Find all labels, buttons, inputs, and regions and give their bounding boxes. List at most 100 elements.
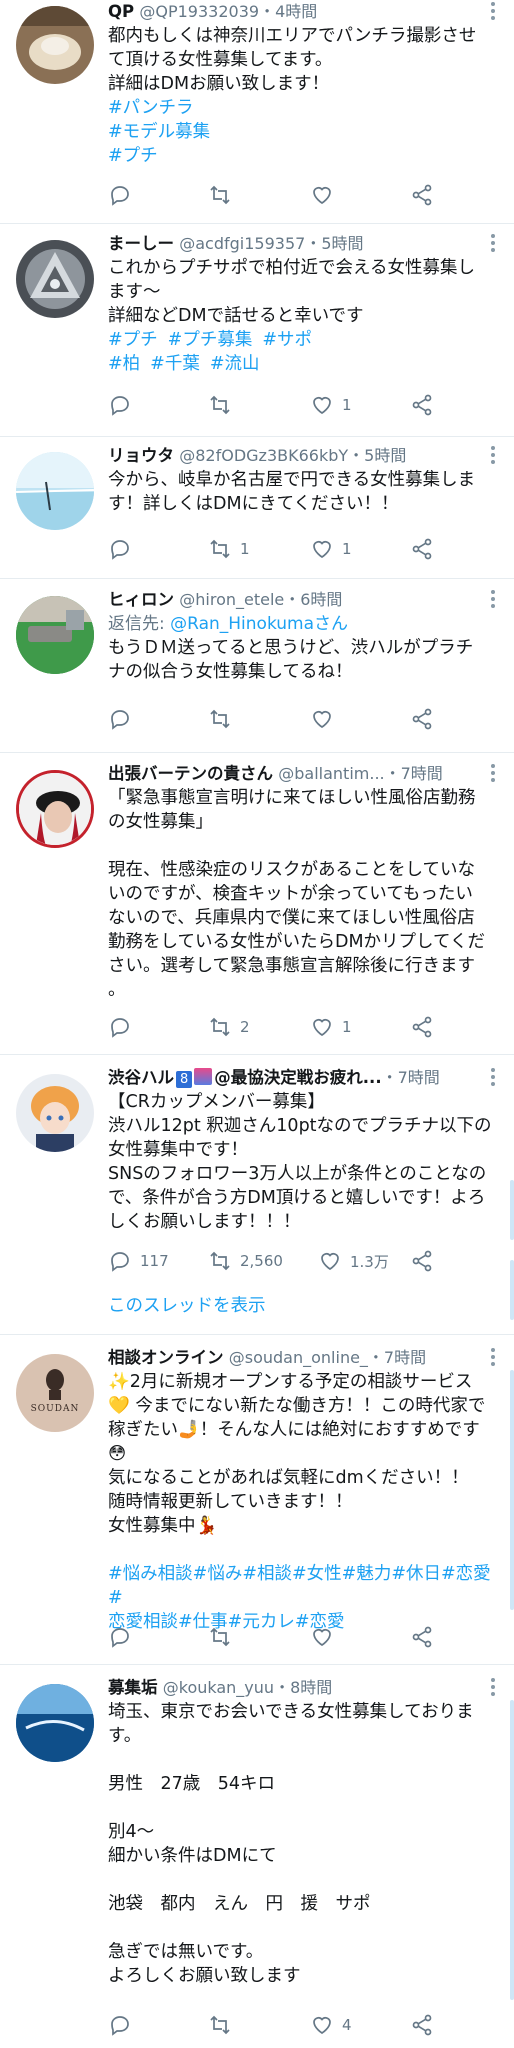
share-button[interactable] bbox=[410, 706, 434, 732]
display-name[interactable]: 募集垢 bbox=[108, 1678, 158, 1697]
like-button[interactable] bbox=[310, 182, 342, 208]
retweet-button[interactable] bbox=[208, 2012, 240, 2038]
hashtag-link[interactable]: #モデル募集 bbox=[108, 120, 496, 144]
display-name[interactable]: まーしー bbox=[108, 234, 174, 253]
tweet[interactable]: QP @QP19332039・4時間 都内もしくは神奈川エリアでパンチラ撮影させ… bbox=[0, 0, 514, 218]
hashtag-link[interactable]: #プチ募集 bbox=[168, 330, 253, 350]
reply-button[interactable] bbox=[108, 706, 140, 732]
like-button[interactable]: 1 bbox=[310, 1014, 352, 1040]
timestamp[interactable]: ・5時間 bbox=[305, 234, 363, 253]
avatar[interactable] bbox=[16, 1074, 94, 1152]
timestamp[interactable]: ・7時間 bbox=[368, 1348, 426, 1367]
reply-target-link[interactable]: @Ran_Hinokumaさん bbox=[170, 614, 348, 634]
like-button[interactable] bbox=[310, 706, 342, 732]
tweet-actions bbox=[108, 182, 448, 208]
reply-button[interactable] bbox=[108, 1014, 140, 1040]
reply-button[interactable]: 117 bbox=[108, 1248, 169, 1274]
timestamp[interactable]: ・6時間 bbox=[284, 590, 342, 609]
user-handle[interactable]: @soudan_online_ bbox=[229, 1348, 368, 1367]
avatar[interactable]: SOUDAN bbox=[16, 1354, 94, 1432]
like-button[interactable]: 4 bbox=[310, 2012, 352, 2038]
user-handle[interactable]: @QP19332039 bbox=[139, 2, 259, 21]
retweet-button[interactable]: 2 bbox=[208, 1014, 250, 1040]
retweet-button[interactable]: 2,560 bbox=[208, 1248, 283, 1274]
share-button[interactable] bbox=[410, 1624, 434, 1650]
timestamp[interactable]: ・7時間 bbox=[385, 764, 443, 783]
avatar[interactable] bbox=[16, 596, 94, 674]
share-button[interactable] bbox=[410, 1014, 434, 1040]
tweet[interactable]: 募集垢 @koukan_yuu・8時間 埼玉、東京でお会いできる女性募集しており… bbox=[0, 1676, 514, 2048]
tweet[interactable]: SOUDAN 相談オンライン @soudan_online_・7時間 ✨2月に新… bbox=[0, 1346, 514, 1660]
hashtag-link[interactable]: #柏 bbox=[108, 354, 140, 374]
hashtag-link[interactable]: #プチ bbox=[108, 144, 496, 168]
display-name[interactable]: 渋谷ハル bbox=[108, 1068, 174, 1087]
like-button[interactable]: 1 bbox=[310, 536, 352, 562]
share-button[interactable] bbox=[410, 1248, 434, 1274]
user-handle[interactable]: @hiron_etele bbox=[179, 590, 284, 609]
tweet[interactable]: リョウタ @82fODGz3BK66kbY・5時間 今から、岐阜か名古屋で円でき… bbox=[0, 444, 514, 574]
retweet-button[interactable] bbox=[208, 392, 240, 418]
retweet-button[interactable] bbox=[208, 1624, 240, 1650]
avatar[interactable] bbox=[16, 452, 94, 530]
more-icon[interactable] bbox=[486, 0, 500, 22]
like-button[interactable]: 1.3万 bbox=[318, 1248, 389, 1274]
hashtag-link[interactable]: #サポ bbox=[262, 330, 312, 350]
display-name[interactable]: 出張バーテンの貴さん bbox=[108, 764, 273, 783]
retweet-button[interactable] bbox=[208, 706, 240, 732]
badge-icon bbox=[194, 1068, 213, 1085]
like-button[interactable] bbox=[310, 1624, 342, 1650]
avatar[interactable] bbox=[16, 240, 94, 318]
hashtag-link[interactable]: #パンチラ bbox=[108, 96, 496, 120]
tweet[interactable]: ヒィロン @hiron_etele・6時間 返信先: @Ran_Hinokuma… bbox=[0, 588, 514, 748]
user-handle[interactable]: @ballantim... bbox=[278, 764, 384, 783]
more-icon[interactable] bbox=[486, 1346, 500, 1368]
avatar[interactable] bbox=[16, 1684, 94, 1762]
more-icon[interactable] bbox=[486, 762, 500, 784]
scroll-indicator[interactable] bbox=[510, 1700, 514, 2000]
user-handle[interactable]: @82fODGz3BK66kbY bbox=[179, 446, 348, 465]
display-name[interactable]: QP bbox=[108, 2, 134, 21]
share-button[interactable] bbox=[410, 536, 434, 562]
hashtag-line[interactable]: #悩み相談#悩み#相談#女性#魅力#休日#恋愛# bbox=[108, 1562, 496, 1610]
scroll-indicator[interactable] bbox=[510, 1260, 514, 1320]
more-icon[interactable] bbox=[486, 232, 500, 254]
hashtag-link[interactable]: #千葉 bbox=[150, 354, 200, 374]
like-button[interactable]: 1 bbox=[310, 392, 352, 418]
tweet[interactable]: 渋谷ハル 8 @最協決定戦お疲れ...・7時間 【CRカップメンバー募集】 渋ハル1… bbox=[0, 1066, 514, 1330]
show-thread-link[interactable]: このスレッドを表示 bbox=[108, 1294, 266, 1318]
tweet[interactable]: まーしー @acdfgi159357・5時間 これからプチサポで柏付近で会える女… bbox=[0, 232, 514, 432]
tweet-text-line: よろしくお願い致します bbox=[108, 1966, 301, 1986]
tweet[interactable]: 出張バーテンの貴さん @ballantim...・7時間 「緊急事態宣言明けに来… bbox=[0, 762, 514, 1048]
share-button[interactable] bbox=[410, 2012, 434, 2038]
scroll-indicator[interactable] bbox=[510, 1180, 514, 1240]
display-name[interactable]: リョウタ bbox=[108, 446, 174, 465]
tweet-text-line: SNSのフォロワー3万人以上が条件とのことなの bbox=[108, 1164, 487, 1184]
timestamp[interactable]: ・5時間 bbox=[348, 446, 406, 465]
share-button[interactable] bbox=[410, 182, 434, 208]
more-icon[interactable] bbox=[486, 1066, 500, 1088]
retweet-button[interactable] bbox=[208, 182, 240, 208]
reply-button[interactable] bbox=[108, 182, 140, 208]
display-name-suffix[interactable]: @最協決定戦お疲れ... bbox=[214, 1068, 381, 1087]
reply-button[interactable] bbox=[108, 1624, 140, 1650]
user-handle[interactable]: @acdfgi159357 bbox=[179, 234, 305, 253]
more-icon[interactable] bbox=[486, 588, 500, 610]
share-button[interactable] bbox=[410, 392, 434, 418]
hashtag-link[interactable]: #流山 bbox=[210, 354, 260, 374]
more-icon[interactable] bbox=[486, 444, 500, 466]
scroll-indicator[interactable] bbox=[510, 1370, 514, 1610]
avatar[interactable] bbox=[16, 6, 94, 84]
user-handle[interactable]: @koukan_yuu bbox=[163, 1678, 274, 1697]
timestamp[interactable]: ・7時間 bbox=[382, 1068, 440, 1087]
reply-button[interactable] bbox=[108, 536, 140, 562]
hashtag-link[interactable]: #プチ bbox=[108, 330, 158, 350]
more-icon[interactable] bbox=[486, 1676, 500, 1698]
reply-button[interactable] bbox=[108, 392, 140, 418]
timestamp[interactable]: ・8時間 bbox=[274, 1678, 332, 1697]
reply-button[interactable] bbox=[108, 2012, 140, 2038]
retweet-button[interactable]: 1 bbox=[208, 536, 250, 562]
display-name[interactable]: 相談オンライン bbox=[108, 1348, 224, 1367]
timestamp[interactable]: ・4時間 bbox=[259, 2, 317, 21]
avatar[interactable] bbox=[16, 770, 94, 848]
display-name[interactable]: ヒィロン bbox=[108, 590, 174, 609]
